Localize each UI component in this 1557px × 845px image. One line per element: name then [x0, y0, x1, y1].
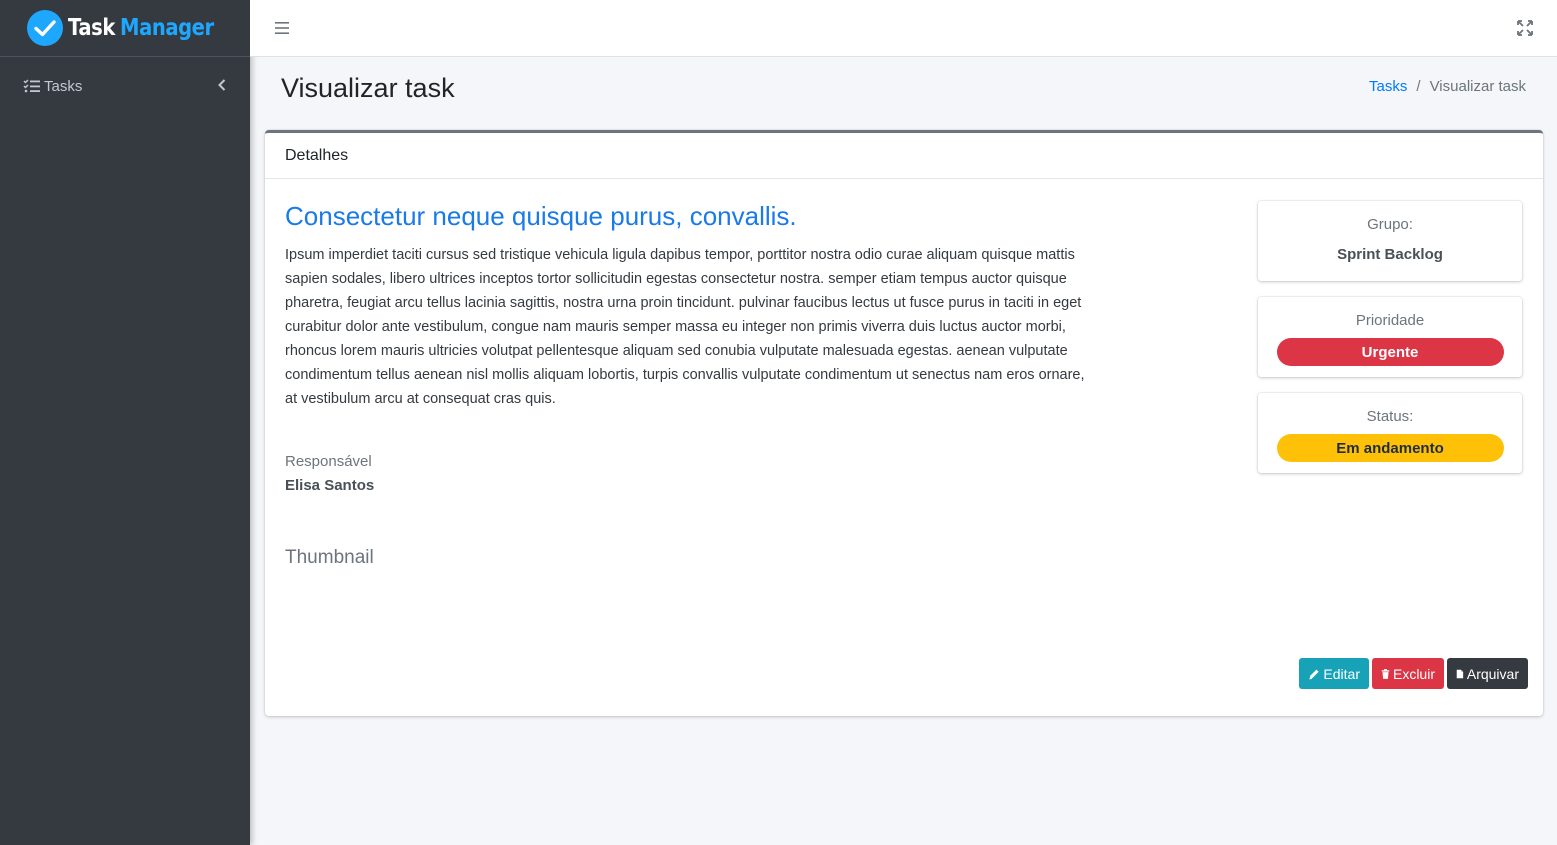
edit-button-label: Editar [1323, 665, 1360, 682]
priority-info-box: Prioridade Urgente [1258, 297, 1522, 377]
pencil-icon [1309, 669, 1319, 679]
brand-name: Task Manager [68, 15, 214, 41]
fullscreen-expand-icon[interactable] [1517, 20, 1533, 36]
chevron-left-icon[interactable] [218, 79, 226, 91]
details-card: Detalhes Consectetur neque quisque purus… [265, 130, 1543, 716]
task-description: Ipsum imperdiet taciti cursus sed tristi… [285, 247, 1085, 407]
breadcrumb-link-tasks[interactable]: Tasks [1369, 78, 1407, 95]
sidebar-item-label: Tasks [44, 77, 83, 95]
delete-button-label: Excluir [1392, 665, 1435, 682]
top-navbar [250, 0, 1557, 57]
breadcrumb: Tasks / Visualizar task [1369, 78, 1526, 95]
status-label: Status: [1366, 408, 1414, 425]
sidebar: Task Manager Tasks [0, 0, 250, 845]
group-value: Sprint Backlog [1337, 246, 1443, 263]
tasks-list-icon [23, 79, 40, 93]
breadcrumb-separator: / [1416, 78, 1421, 95]
brand-link[interactable]: Task Manager [0, 0, 250, 57]
responsavel-name: Elisa Santos [285, 477, 375, 494]
file-icon [1456, 669, 1464, 678]
edit-button[interactable]: Editar [1299, 658, 1369, 689]
delete-button[interactable]: Excluir [1372, 658, 1444, 689]
archive-button[interactable]: Arquivar [1447, 658, 1528, 689]
group-label: Grupo: [1367, 216, 1413, 233]
group-info-box: Grupo: Sprint Backlog [1258, 201, 1522, 281]
trash-icon [1381, 668, 1390, 679]
thumbnail-heading: Thumbnail [285, 547, 374, 568]
check-circle-logo-icon [27, 10, 63, 46]
priority-label: Prioridade [1355, 312, 1425, 329]
hamburger-menu-icon[interactable] [274, 21, 290, 35]
card-header: Detalhes [265, 133, 1543, 179]
page-title: Visualizar task [281, 73, 455, 103]
sidebar-item-tasks[interactable]: Tasks [8, 68, 242, 104]
status-info-box: Status: Em andamento [1258, 393, 1522, 473]
brand-word-manager: Manager [120, 15, 214, 41]
priority-badge: Urgente [1276, 338, 1504, 366]
archive-button-label: Arquivar [1466, 665, 1519, 682]
breadcrumb-current: Visualizar task [1429, 78, 1526, 95]
brand-word-task: Task [68, 15, 115, 41]
task-title: Consectetur neque quisque purus, convall… [285, 201, 797, 231]
status-badge: Em andamento [1276, 434, 1504, 462]
responsavel-label: Responsável [285, 453, 372, 470]
